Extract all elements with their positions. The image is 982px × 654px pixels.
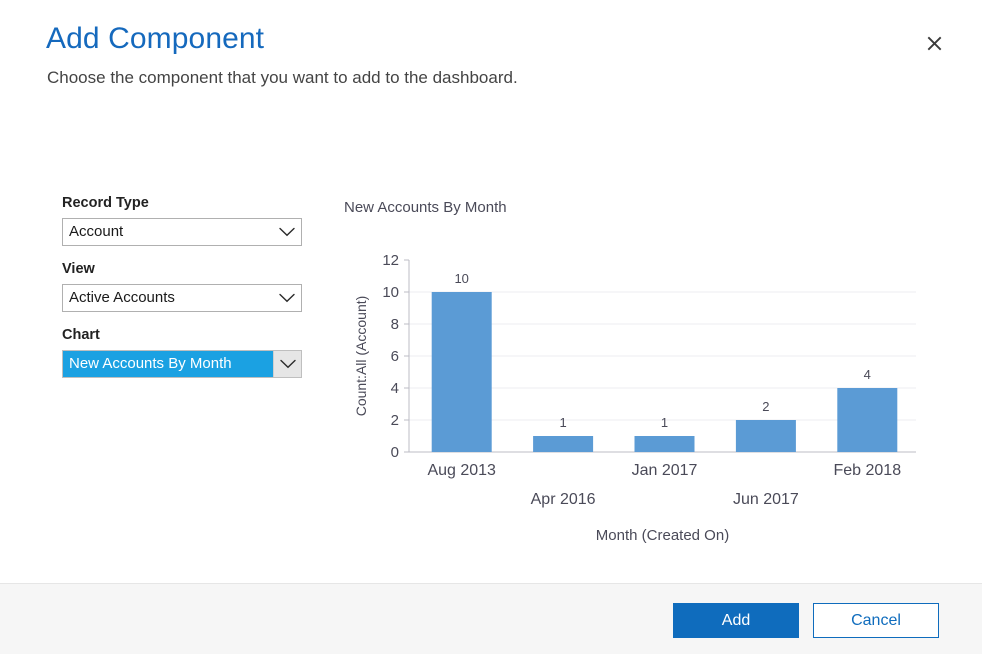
chevron-down-icon [273, 351, 301, 377]
component-form: Record Type Account View Active Accounts… [62, 193, 307, 391]
svg-text:4: 4 [391, 380, 399, 397]
record-type-label: Record Type [62, 193, 307, 213]
svg-text:Apr 2016: Apr 2016 [531, 491, 596, 508]
svg-text:2: 2 [762, 399, 769, 414]
svg-text:4: 4 [864, 367, 871, 382]
dialog-subtitle: Choose the component that you want to ad… [47, 66, 518, 90]
chart-select[interactable]: New Accounts By Month [62, 350, 302, 378]
svg-text:Feb 2018: Feb 2018 [833, 462, 901, 479]
chart-label: Chart [62, 325, 307, 345]
svg-text:6: 6 [391, 348, 399, 365]
page-title: Add Component [46, 19, 264, 59]
footer-button-group: Add Cancel [673, 603, 939, 638]
svg-text:Month (Created On): Month (Created On) [596, 527, 729, 544]
chart-field: Chart New Accounts By Month [62, 325, 307, 378]
view-label: View [62, 259, 307, 279]
svg-text:12: 12 [382, 252, 399, 269]
cancel-button[interactable]: Cancel [813, 603, 939, 638]
dialog-header: Add Component Choose the component that … [0, 0, 982, 110]
svg-text:Aug 2013: Aug 2013 [427, 462, 496, 479]
view-field: View Active Accounts [62, 259, 307, 312]
add-button[interactable]: Add [673, 603, 799, 638]
view-select[interactable]: Active Accounts [62, 284, 302, 312]
dialog-footer: Add Cancel [0, 583, 982, 654]
chart-canvas: 0 2 4 6 8 10 12 10 Aug 2013 1 Apr 2016 1 Jan 2017 2 Ju… [344, 198, 934, 548]
svg-text:8: 8 [391, 316, 399, 333]
record-type-select[interactable]: Account [62, 218, 302, 246]
close-icon [927, 36, 942, 51]
chart-preview: New Accounts By Month 02468101210Aug 201… [344, 198, 934, 548]
record-type-field: Record Type Account [62, 193, 307, 246]
svg-text:Count:All (Account): Count:All (Account) [353, 296, 369, 417]
svg-text:1: 1 [559, 415, 566, 430]
svg-text:10: 10 [454, 271, 468, 286]
record-type-value: Account [63, 219, 273, 245]
svg-text:Jan 2017: Jan 2017 [632, 462, 698, 479]
bar-chart-svg: 0 2 4 6 8 10 12 10 Aug 2013 1 Apr 2016 1 Jan 2017 2 Ju… [344, 198, 934, 548]
svg-text:2: 2 [391, 412, 399, 429]
chevron-down-icon [273, 219, 301, 245]
svg-text:1: 1 [661, 415, 668, 430]
svg-text:0: 0 [391, 444, 399, 461]
chart-value: New Accounts By Month [63, 351, 273, 377]
close-button[interactable] [918, 27, 950, 59]
chevron-down-icon [273, 285, 301, 311]
svg-text:10: 10 [382, 284, 399, 301]
svg-text:Jun 2017: Jun 2017 [733, 491, 799, 508]
view-value: Active Accounts [63, 285, 273, 311]
